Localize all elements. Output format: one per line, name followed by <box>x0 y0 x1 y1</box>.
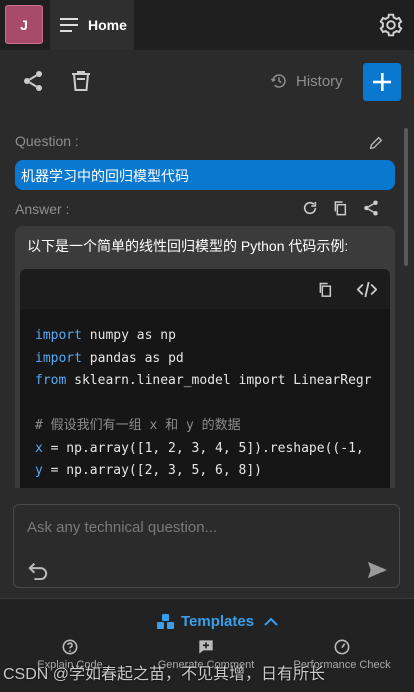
comment-plus-icon <box>199 640 213 654</box>
share-icon[interactable] <box>21 69 45 98</box>
question-label: Question : <box>15 133 79 149</box>
scrollbar[interactable] <box>404 128 408 266</box>
menu-icon <box>60 18 78 32</box>
code-line: # 假设我们有一组 x 和 y 的数据 <box>35 418 241 433</box>
question-bubble: 机器学习中的回归模型代码 <box>15 160 395 190</box>
plus-icon <box>373 73 391 91</box>
answer-card: 以下是一个简单的线性回归模型的 Python 代码示例: import nump… <box>15 226 395 488</box>
send-icon[interactable] <box>366 560 388 585</box>
templates-label: Templates <box>181 613 255 630</box>
input-placeholder: Ask any technical question... <box>27 519 218 536</box>
question-input[interactable]: Ask any technical question... <box>13 504 400 588</box>
share-answer-icon[interactable] <box>362 199 380 222</box>
avatar[interactable]: J <box>5 5 43 44</box>
cubes-icon <box>157 613 175 630</box>
gear-icon[interactable] <box>378 12 404 43</box>
answer-actions <box>302 199 380 222</box>
home-label: Home <box>88 17 127 33</box>
watermark-text: CSDN @学如春起之苗，不见其增，日有所长 <box>3 666 326 683</box>
code-line: import pandas as pd <box>35 350 184 366</box>
code-line: x = np.array([1, 2, 3, 4, 5]).reshape((-… <box>35 440 364 456</box>
chevron-up-icon <box>264 617 278 627</box>
history-icon <box>270 74 286 88</box>
copy-icon[interactable] <box>332 199 348 222</box>
new-chat-button[interactable] <box>363 63 401 101</box>
answer-intro: 以下是一个简单的线性回归模型的 Python 代码示例: <box>27 238 349 254</box>
help-circle-icon <box>62 639 78 655</box>
tab-home[interactable]: Home <box>50 0 134 50</box>
history-label: History <box>296 72 343 90</box>
code-line: import numpy as np <box>35 328 176 343</box>
code-block-header <box>20 269 390 309</box>
copy-code-icon[interactable] <box>317 281 333 303</box>
top-bar: J Home <box>0 0 414 50</box>
insert-code-icon[interactable] <box>356 281 378 303</box>
trash-icon[interactable] <box>69 69 93 98</box>
toolbar: History <box>0 50 414 112</box>
edit-icon[interactable] <box>368 135 384 156</box>
code-block: import numpy as np import pandas as pd f… <box>20 309 390 488</box>
answer-label: Answer : <box>15 201 70 217</box>
code-line: from sklearn.linear_model import LinearR… <box>35 373 372 388</box>
refresh-icon[interactable] <box>302 199 318 222</box>
gauge-icon <box>334 639 350 655</box>
undo-icon[interactable] <box>27 560 49 585</box>
code-line: y = np.array([2, 3, 5, 6, 8]) <box>35 463 262 478</box>
history-button[interactable]: History <box>270 72 343 90</box>
templates-toggle[interactable]: Templates <box>157 613 278 630</box>
